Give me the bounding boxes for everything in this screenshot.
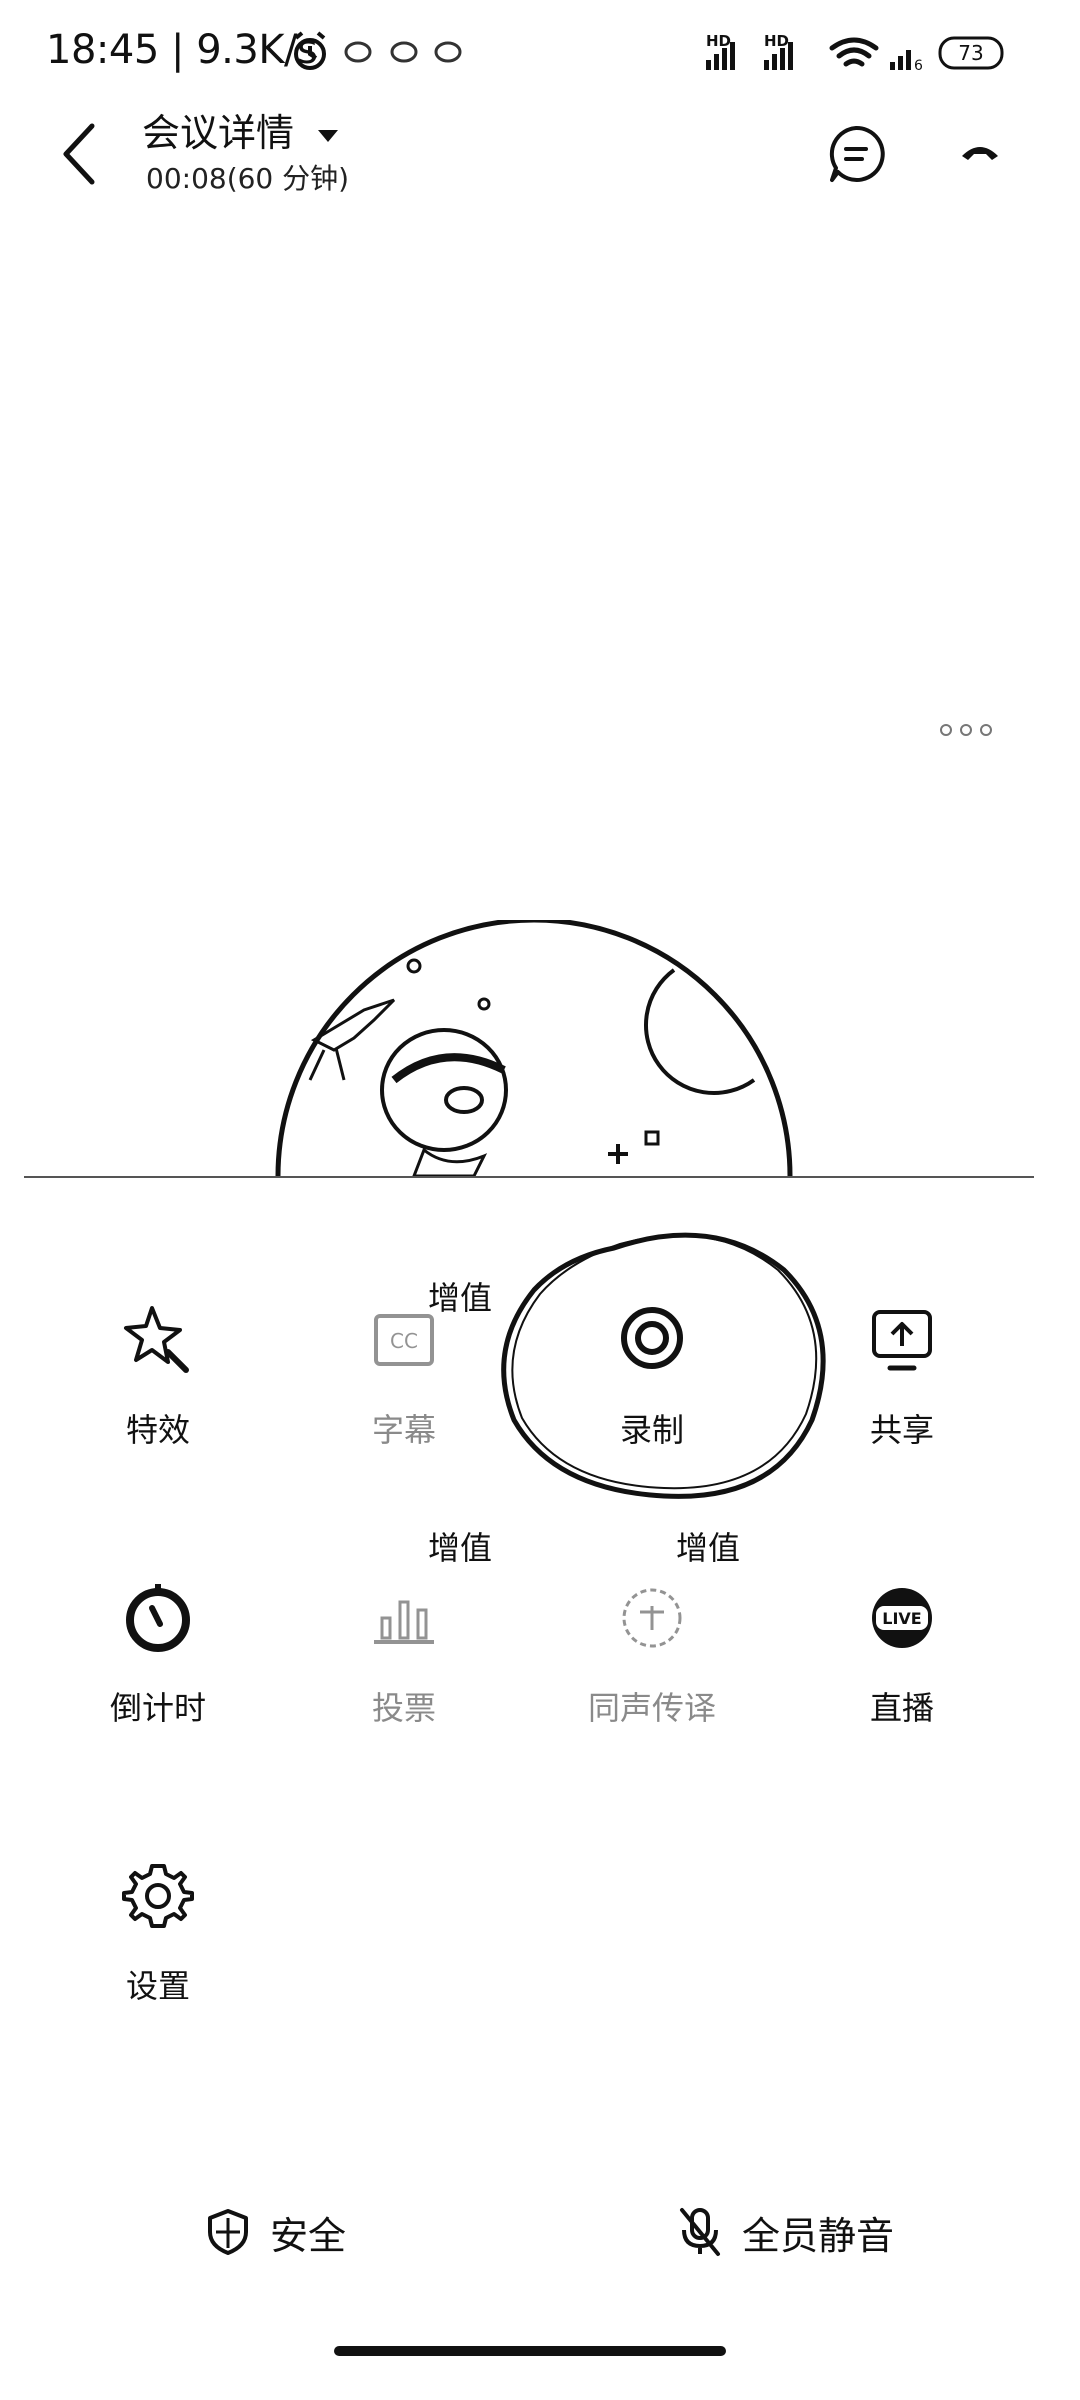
value-added-badge: 增值 [428,1529,493,1567]
battery-icon: 73 [938,36,1004,70]
countdown-button[interactable]: 倒计时 [58,1578,258,1778]
subtitles-icon: CC [374,1314,434,1366]
wifi-icon [829,37,879,67]
meeting-title[interactable]: 会议详情 [142,108,340,158]
live-icon: LIVE [872,1588,932,1648]
mic-off-icon [680,2208,720,2256]
security-button[interactable]: 安全 [206,2200,346,2264]
page-title: 会议详情 [142,111,295,155]
chat-icon[interactable] [826,124,886,184]
screen-share-icon [872,1310,932,1371]
mute-all-label: 全员静音 [742,2213,895,2258]
home-indicator[interactable] [334,2346,726,2356]
hd-badge-2: HD [764,32,789,50]
mute-all-button[interactable]: 全员静音 [678,2200,894,2264]
value-added-badge: 增值 [676,1529,741,1567]
svg-text:6: 6 [914,58,923,74]
data-signal-icon: 6 [890,50,923,74]
subtitles-label: 字幕 [371,1411,436,1449]
security-label: 安全 [270,2213,347,2258]
hd-badge-1: HD [706,32,731,50]
live-stream-button[interactable]: LIVE 直播 [802,1578,1002,1778]
settings-button[interactable]: 设置 [58,1856,258,2056]
dropdown-caret-icon [318,129,339,142]
more-dots-icon[interactable] [936,722,1006,738]
interpretation-label: 同声传译 [587,1689,716,1727]
gear-icon [122,1864,194,1928]
svg-text:CC: CC [390,1329,418,1353]
poll-label: 投票 [371,1689,436,1727]
svg-text:LIVE: LIVE [882,1609,921,1628]
video-divider [24,1176,1034,1178]
participant-avatar [275,920,793,1178]
live-stream-label: 直播 [869,1689,934,1727]
status-notification-icons [294,31,462,70]
status-time: 18:45 [46,27,159,73]
back-arrow-icon[interactable] [60,122,100,186]
status-right-icons: HD HD 6 73 [704,30,1044,76]
poll-icon [374,1600,434,1644]
meeting-duration: 00:08(60 分钟) [146,162,350,195]
alarm-icon [294,31,326,70]
interpretation-button[interactable]: 同声传译 [552,1578,752,1778]
shield-icon [208,2209,248,2255]
subtitles-button[interactable]: CC 字幕 [304,1300,504,1500]
chat-bubble-icon [344,41,462,63]
settings-label: 设置 [125,1967,190,2005]
interpretation-icon [622,1588,682,1648]
magic-wand-icon [124,1306,189,1373]
effects-button[interactable]: 特效 [58,1300,258,1500]
poll-button[interactable]: 投票 [304,1578,504,1778]
svg-text:73: 73 [958,41,983,65]
effects-label: 特效 [125,1411,190,1449]
countdown-label: 倒计时 [109,1689,206,1727]
timer-icon [126,1584,190,1652]
status-separator: | [171,27,197,73]
highlight-annotation [501,1232,826,1499]
status-time-speed: 18:45 | 9.3K/s [46,24,318,76]
hang-up-icon[interactable] [958,136,1002,166]
